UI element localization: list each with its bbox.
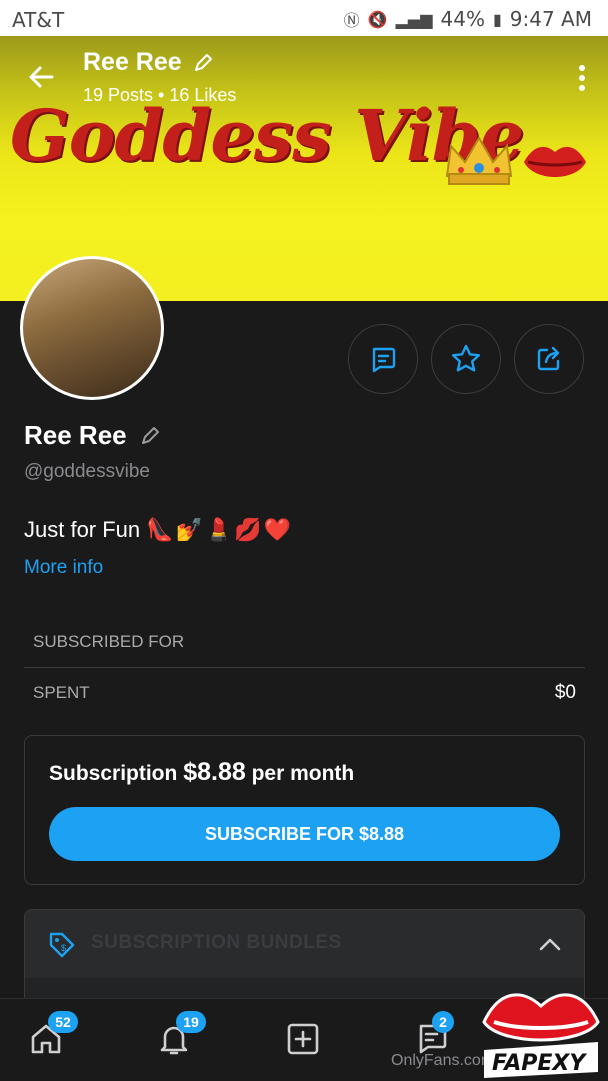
svg-text:$: $ — [61, 943, 66, 953]
subscribed-for-label: SUBSCRIBED FOR — [33, 632, 185, 651]
subscribed-for-row: SUBSCRIBED FOR — [24, 617, 585, 668]
clock: 9:47 AM — [509, 7, 592, 31]
avatar[interactable] — [20, 256, 164, 400]
messages-badge: 2 — [432, 1011, 454, 1033]
bio-emoji: 👠💅💄💋❤️ — [146, 517, 294, 542]
subscription-prefix: Subscription — [49, 762, 178, 785]
profile-handle: @goddessvibe — [24, 461, 150, 482]
star-icon — [451, 344, 481, 372]
subscription-card: Subscription $8.88 per month SUBSCRIBE F… — [24, 735, 585, 885]
battery-icon: ▮ — [492, 9, 502, 29]
message-icon — [372, 347, 396, 373]
header-title: Ree Ree — [83, 48, 214, 77]
header-name: Ree Ree — [83, 48, 182, 76]
bio-text: Just for Fun — [24, 517, 141, 542]
tab-notifications[interactable]: 19 — [156, 1011, 206, 1061]
spent-row: SPENT $0 — [24, 668, 585, 718]
svg-text:FAPEXY: FAPEXY — [492, 1051, 587, 1076]
bundles-header[interactable]: $ SUBSCRIPTION BUNDLES — [25, 910, 584, 978]
battery-percent: 44% — [440, 7, 485, 31]
subscribe-button[interactable]: SUBSCRIBE FOR $8.88 — [49, 807, 560, 861]
subscription-suffix: per month — [251, 762, 355, 785]
status-bar: AT&T Ⓝ 🔇 ▂▄▆ 44% ▮ 9:47 AM — [0, 0, 608, 36]
add-post-icon — [287, 1023, 319, 1055]
edit-pencil-icon[interactable] — [192, 52, 214, 74]
nfc-icon: Ⓝ — [343, 11, 360, 30]
price-tag-icon: $ — [49, 932, 75, 958]
message-button[interactable] — [348, 324, 418, 394]
tab-home[interactable]: 52 — [28, 1011, 78, 1061]
subscription-price-line: Subscription $8.88 per month — [49, 758, 354, 787]
profile-name: Ree Ree — [24, 420, 127, 450]
bundles-title: SUBSCRIPTION BUNDLES — [91, 932, 342, 953]
subscription-price: $8.88 — [183, 758, 246, 786]
spent-value: $0 — [554, 682, 576, 703]
mute-icon: 🔇 — [367, 9, 388, 29]
signal-icon: ▂▄▆ — [395, 9, 433, 29]
avatar-photo — [23, 259, 161, 397]
share-icon — [537, 346, 560, 371]
chevron-up-icon[interactable] — [538, 934, 562, 954]
favorite-button[interactable] — [431, 324, 501, 394]
tab-new-post[interactable] — [285, 1021, 325, 1061]
home-badge: 52 — [48, 1011, 78, 1033]
profile-bio: Just for Fun 👠💅💄💋❤️ — [24, 517, 293, 543]
carrier-label: AT&T — [12, 8, 65, 32]
share-button[interactable] — [514, 324, 584, 394]
kiss-lips-icon — [524, 146, 586, 177]
edit-pencil-icon[interactable] — [139, 425, 161, 447]
fapexy-logo: FAPEXY — [482, 993, 600, 1078]
crown-icon — [445, 136, 513, 185]
spent-label: SPENT — [33, 683, 90, 702]
notifications-badge: 19 — [176, 1011, 206, 1033]
status-icons: Ⓝ 🔇 ▂▄▆ 44% ▮ 9:47 AM — [344, 7, 592, 31]
back-arrow-icon[interactable] — [24, 60, 58, 94]
profile-name-row: Ree Ree — [24, 420, 161, 451]
more-options-icon[interactable] — [578, 64, 586, 92]
more-info-link[interactable]: More info — [24, 557, 103, 579]
